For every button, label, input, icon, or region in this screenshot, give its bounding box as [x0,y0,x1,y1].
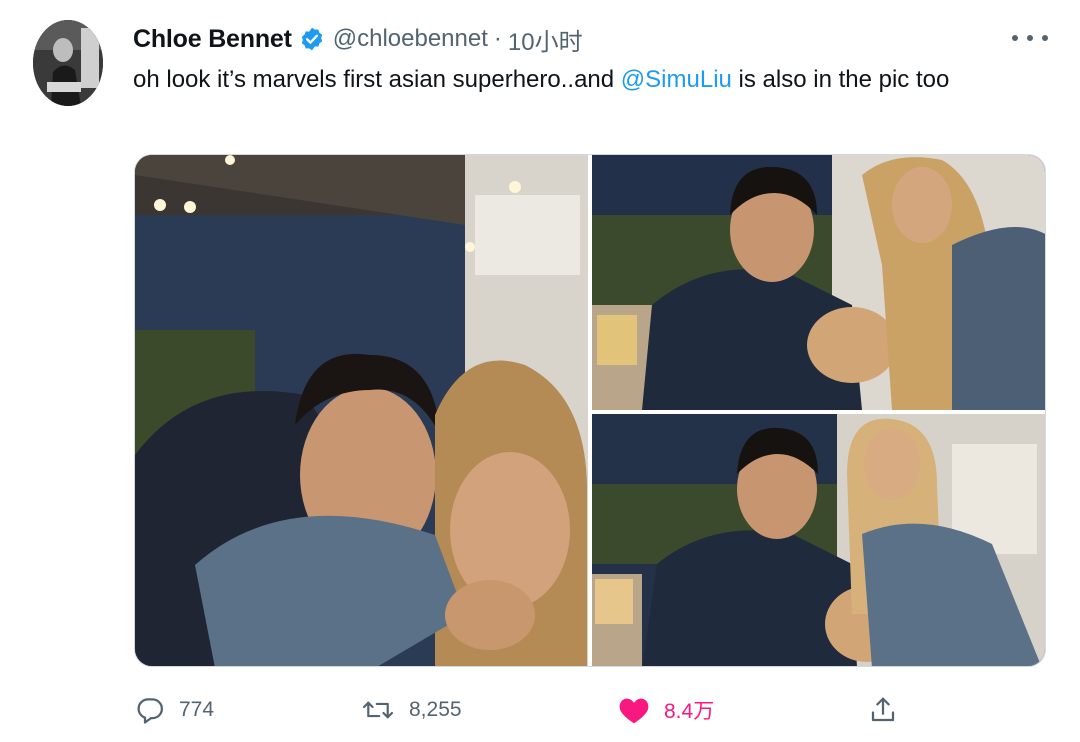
author-handle[interactable]: @chloebennet [333,25,488,53]
retweet-button[interactable]: 8,255 [361,690,462,730]
header-separator: · [493,25,502,52]
share-button[interactable] [868,690,898,730]
media-grid [134,154,1046,667]
tweet-photo[interactable] [135,155,588,666]
tweet-photo[interactable] [592,155,1045,410]
verified-badge-icon [299,26,325,52]
like-button[interactable]: 8.4万 [618,690,714,730]
like-count: 8.4万 [664,700,715,723]
tweet[interactable]: Chloe Bennet @chloebennet · 10小时 oh look… [0,0,1080,742]
reply-count: 774 [179,698,215,721]
avatar[interactable] [33,20,103,106]
tweet-text: oh look it’s marvels first asian superhe… [133,62,1033,98]
reply-button[interactable]: 774 [135,690,214,730]
tweet-header: Chloe Bennet @chloebennet · 10小时 [133,22,583,57]
author-name[interactable]: Chloe Bennet [133,25,292,54]
tweet-text-part: is also in the pic too [731,66,950,93]
share-icon [868,695,898,725]
heart-filled-icon [618,695,650,725]
action-bar: 774 8,255 8.4万 [0,690,1080,730]
retweet-count: 8,255 [409,698,462,721]
tweet-timestamp[interactable]: 10小时 [508,22,583,57]
tweet-photo[interactable] [592,414,1045,666]
mention-link[interactable]: @SimuLiu [621,66,732,93]
retweet-icon [361,695,395,725]
reply-icon [135,695,165,725]
more-horizontal-icon[interactable] [1012,26,1048,50]
tweet-text-part: oh look it’s marvels first asian superhe… [133,66,621,93]
